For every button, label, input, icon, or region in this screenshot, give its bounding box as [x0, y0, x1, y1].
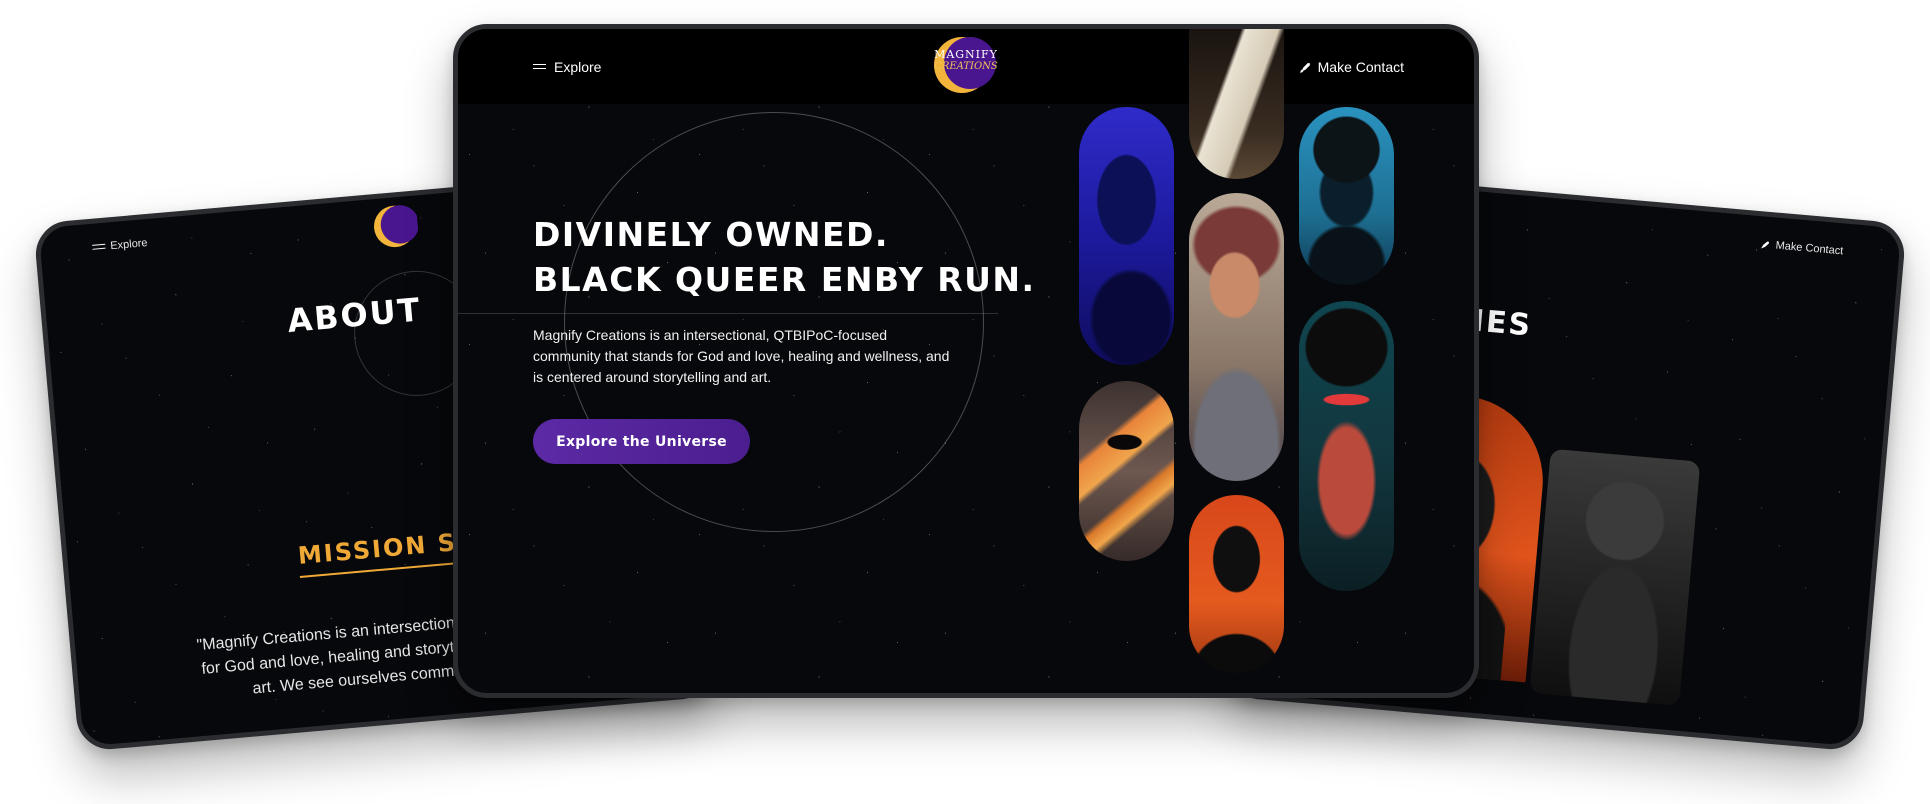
- gallery-image: [1189, 29, 1284, 179]
- gallery-image: [1299, 301, 1394, 591]
- home-page-tablet: Explore MAGNIFY CREATIONS Make Contact D…: [453, 24, 1479, 698]
- gallery-image: [1299, 107, 1394, 285]
- hero-description: Magnify Creations is an intersectional, …: [533, 327, 950, 385]
- explore-menu-button[interactable]: Explore: [533, 59, 601, 75]
- decorative-orbit-circle: [564, 112, 984, 532]
- decorative-horizon-line: [458, 313, 998, 314]
- side-nav-contact-label: Make Contact: [1775, 239, 1844, 258]
- explore-menu-label: Explore: [554, 59, 602, 75]
- brand-logo-subtext: CREATIONS: [934, 61, 998, 72]
- gallery-image: [1079, 381, 1174, 561]
- brand-logo-text: MAGNIFY: [934, 48, 998, 61]
- hamburger-icon: [92, 242, 106, 252]
- hero-heading: DIVINELY OWNED. BLACK QUEER ENBY RUN.: [533, 212, 1093, 302]
- make-contact-label: Make Contact: [1317, 59, 1404, 75]
- home-screen: Explore MAGNIFY CREATIONS Make Contact D…: [458, 29, 1474, 693]
- hero-heading-line-1: DIVINELY OWNED.: [533, 215, 889, 254]
- make-contact-link[interactable]: Make Contact: [1299, 59, 1404, 75]
- gallery-image: [1189, 495, 1284, 673]
- brand-logo[interactable]: [370, 201, 420, 251]
- side-nav-contact[interactable]: Make Contact: [1759, 238, 1844, 257]
- hero-heading-line-2: BLACK QUEER ENBY RUN.: [533, 260, 1036, 299]
- rocket-icon: [1299, 62, 1310, 73]
- side-nav-explore[interactable]: Explore: [92, 237, 148, 254]
- explore-universe-button[interactable]: Explore the Universe: [533, 419, 750, 464]
- series-art-figure: [1554, 465, 1685, 705]
- side-nav-explore-label: Explore: [109, 237, 149, 253]
- brand-logo[interactable]: MAGNIFY CREATIONS: [933, 34, 999, 94]
- hamburger-icon: [533, 63, 546, 72]
- gallery-image: [1189, 193, 1284, 481]
- gallery-image: [1079, 107, 1174, 365]
- rocket-icon: [1761, 241, 1770, 248]
